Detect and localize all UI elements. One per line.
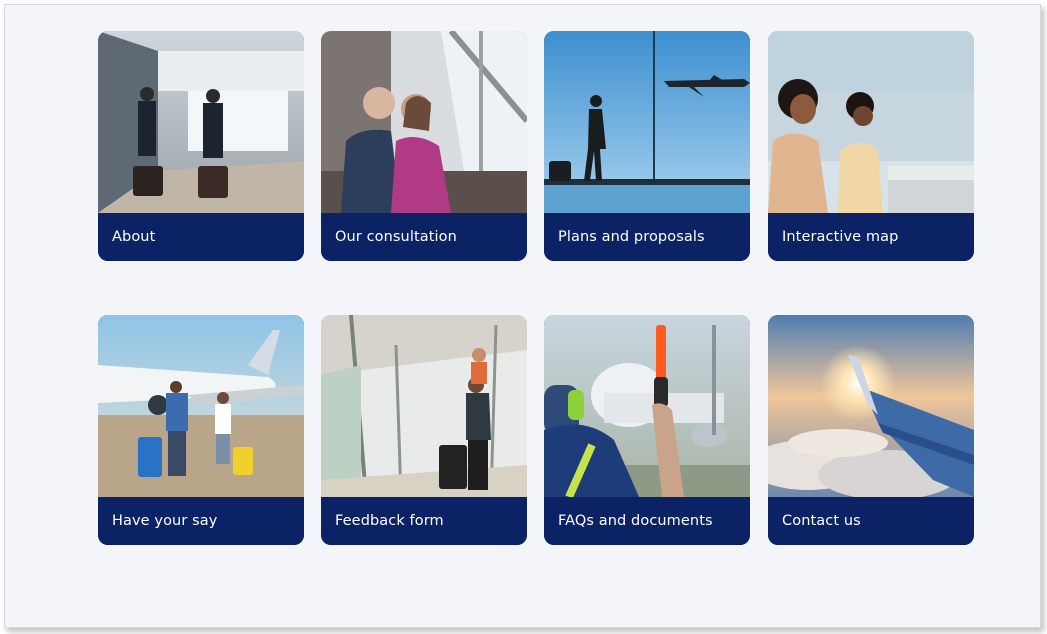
card-label: FAQs and documents xyxy=(544,497,750,545)
page-frame: About Our consultation Plans and proposa… xyxy=(4,4,1041,628)
card-label: About xyxy=(98,213,304,261)
window-plane-traveller-icon xyxy=(544,31,750,213)
card-faqs-and-documents[interactable]: FAQs and documents xyxy=(544,315,750,545)
card-label: Have your say xyxy=(98,497,304,545)
card-label: Our consultation xyxy=(321,213,527,261)
marshaller-wand-icon xyxy=(544,315,750,497)
card-label: Feedback form xyxy=(321,497,527,545)
card-our-consultation[interactable]: Our consultation xyxy=(321,31,527,261)
card-about[interactable]: About xyxy=(98,31,304,261)
card-plans-and-proposals[interactable]: Plans and proposals xyxy=(544,31,750,261)
card-feedback-form[interactable]: Feedback form xyxy=(321,315,527,545)
card-contact-us[interactable]: Contact us xyxy=(768,315,974,545)
father-child-walkway-icon xyxy=(321,315,527,497)
mother-child-window-icon xyxy=(768,31,974,213)
card-interactive-map[interactable]: Interactive map xyxy=(768,31,974,261)
card-label: Plans and proposals xyxy=(544,213,750,261)
card-label: Contact us xyxy=(768,497,974,545)
terminal-pilots-icon xyxy=(98,31,304,213)
wing-above-clouds-icon xyxy=(768,315,974,497)
navigation-card-grid: About Our consultation Plans and proposa… xyxy=(5,5,1040,627)
family-apron-plane-icon xyxy=(98,315,304,497)
couple-seated-icon xyxy=(321,31,527,213)
card-label: Interactive map xyxy=(768,213,974,261)
card-have-your-say[interactable]: Have your say xyxy=(98,315,304,545)
